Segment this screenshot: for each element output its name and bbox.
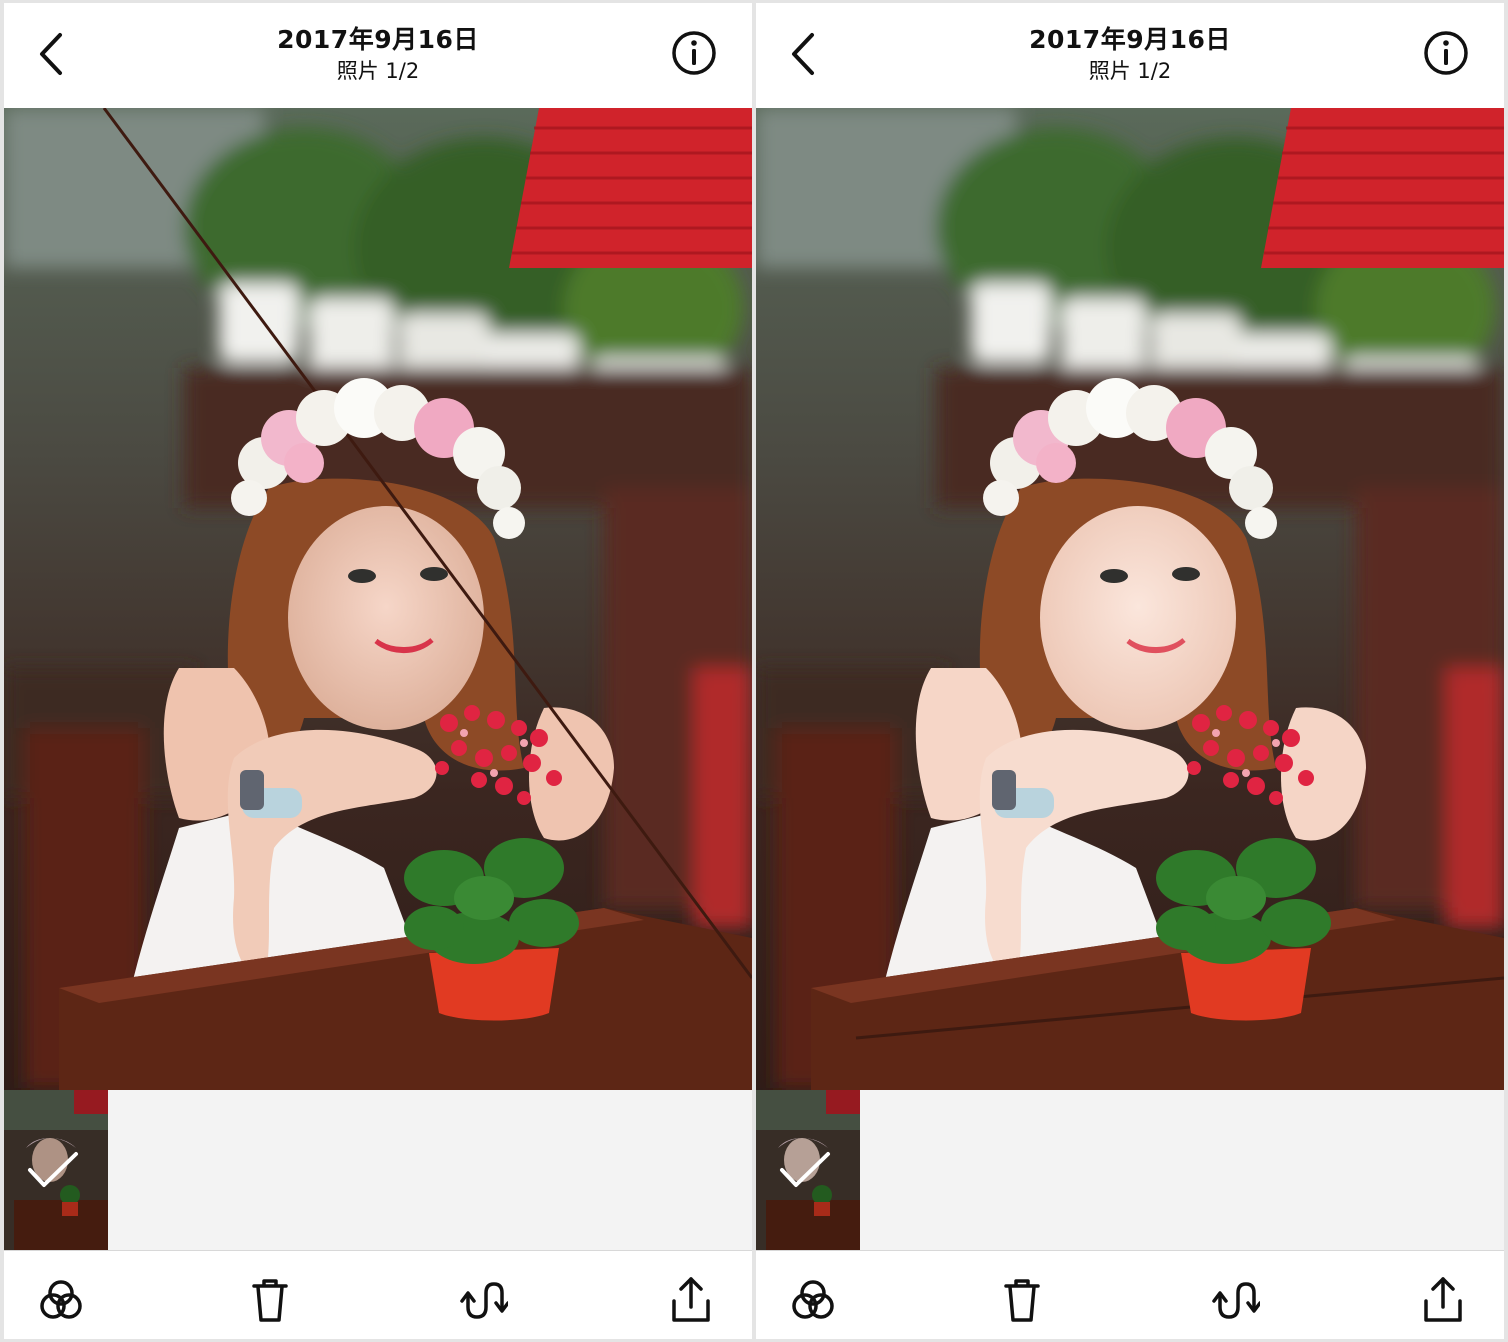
filters-icon xyxy=(792,1280,834,1319)
back-button[interactable] xyxy=(784,29,824,79)
info-button[interactable] xyxy=(1420,27,1472,79)
trash-icon xyxy=(1004,1279,1040,1322)
share-icon xyxy=(1424,1277,1462,1322)
nav-bar: 2017年9月16日 照片 1/2 xyxy=(4,3,752,108)
info-circle-icon xyxy=(1424,31,1468,75)
thumbnail-selected[interactable] xyxy=(4,1090,108,1250)
trash-icon xyxy=(252,1279,288,1322)
delete-button[interactable] xyxy=(997,1275,1047,1325)
nav-bar: 2017年9月16日 照片 1/2 xyxy=(756,3,1504,108)
chevron-left-icon xyxy=(792,33,814,75)
share-icon xyxy=(672,1277,710,1322)
swap-button[interactable] xyxy=(458,1275,508,1325)
thumbnail-selected[interactable] xyxy=(756,1090,860,1250)
delete-button[interactable] xyxy=(245,1275,295,1325)
thumbnail-strip xyxy=(4,1090,752,1250)
share-button[interactable] xyxy=(666,1275,716,1325)
photo-viewer-edited: 2017年9月16日 照片 1/2 xyxy=(756,3,1504,1339)
photo-date: 2017年9月16日 xyxy=(277,25,479,54)
filters-button[interactable] xyxy=(36,1275,86,1325)
photo-date: 2017年9月16日 xyxy=(1029,25,1231,54)
main-photo[interactable] xyxy=(4,108,752,1090)
filters-icon xyxy=(40,1280,82,1319)
title-block: 2017年9月16日 照片 1/2 xyxy=(178,25,578,85)
swap-icon xyxy=(460,1282,508,1319)
bottom-toolbar xyxy=(4,1250,752,1339)
thumbnail-strip xyxy=(756,1090,1504,1250)
filters-button[interactable] xyxy=(788,1275,838,1325)
share-button[interactable] xyxy=(1418,1275,1468,1325)
back-button[interactable] xyxy=(32,29,72,79)
swap-button[interactable] xyxy=(1210,1275,1260,1325)
info-circle-icon xyxy=(672,31,716,75)
main-photo[interactable] xyxy=(756,108,1504,1090)
title-block: 2017年9月16日 照片 1/2 xyxy=(930,25,1330,85)
chevron-left-icon xyxy=(40,33,62,75)
photo-viewer-original: 2017年9月16日 照片 1/2 xyxy=(4,3,752,1339)
photo-counter: 照片 1/2 xyxy=(336,59,420,83)
info-button[interactable] xyxy=(668,27,720,79)
photo-counter: 照片 1/2 xyxy=(1088,59,1172,83)
bottom-toolbar xyxy=(756,1250,1504,1339)
swap-icon xyxy=(1212,1282,1260,1319)
